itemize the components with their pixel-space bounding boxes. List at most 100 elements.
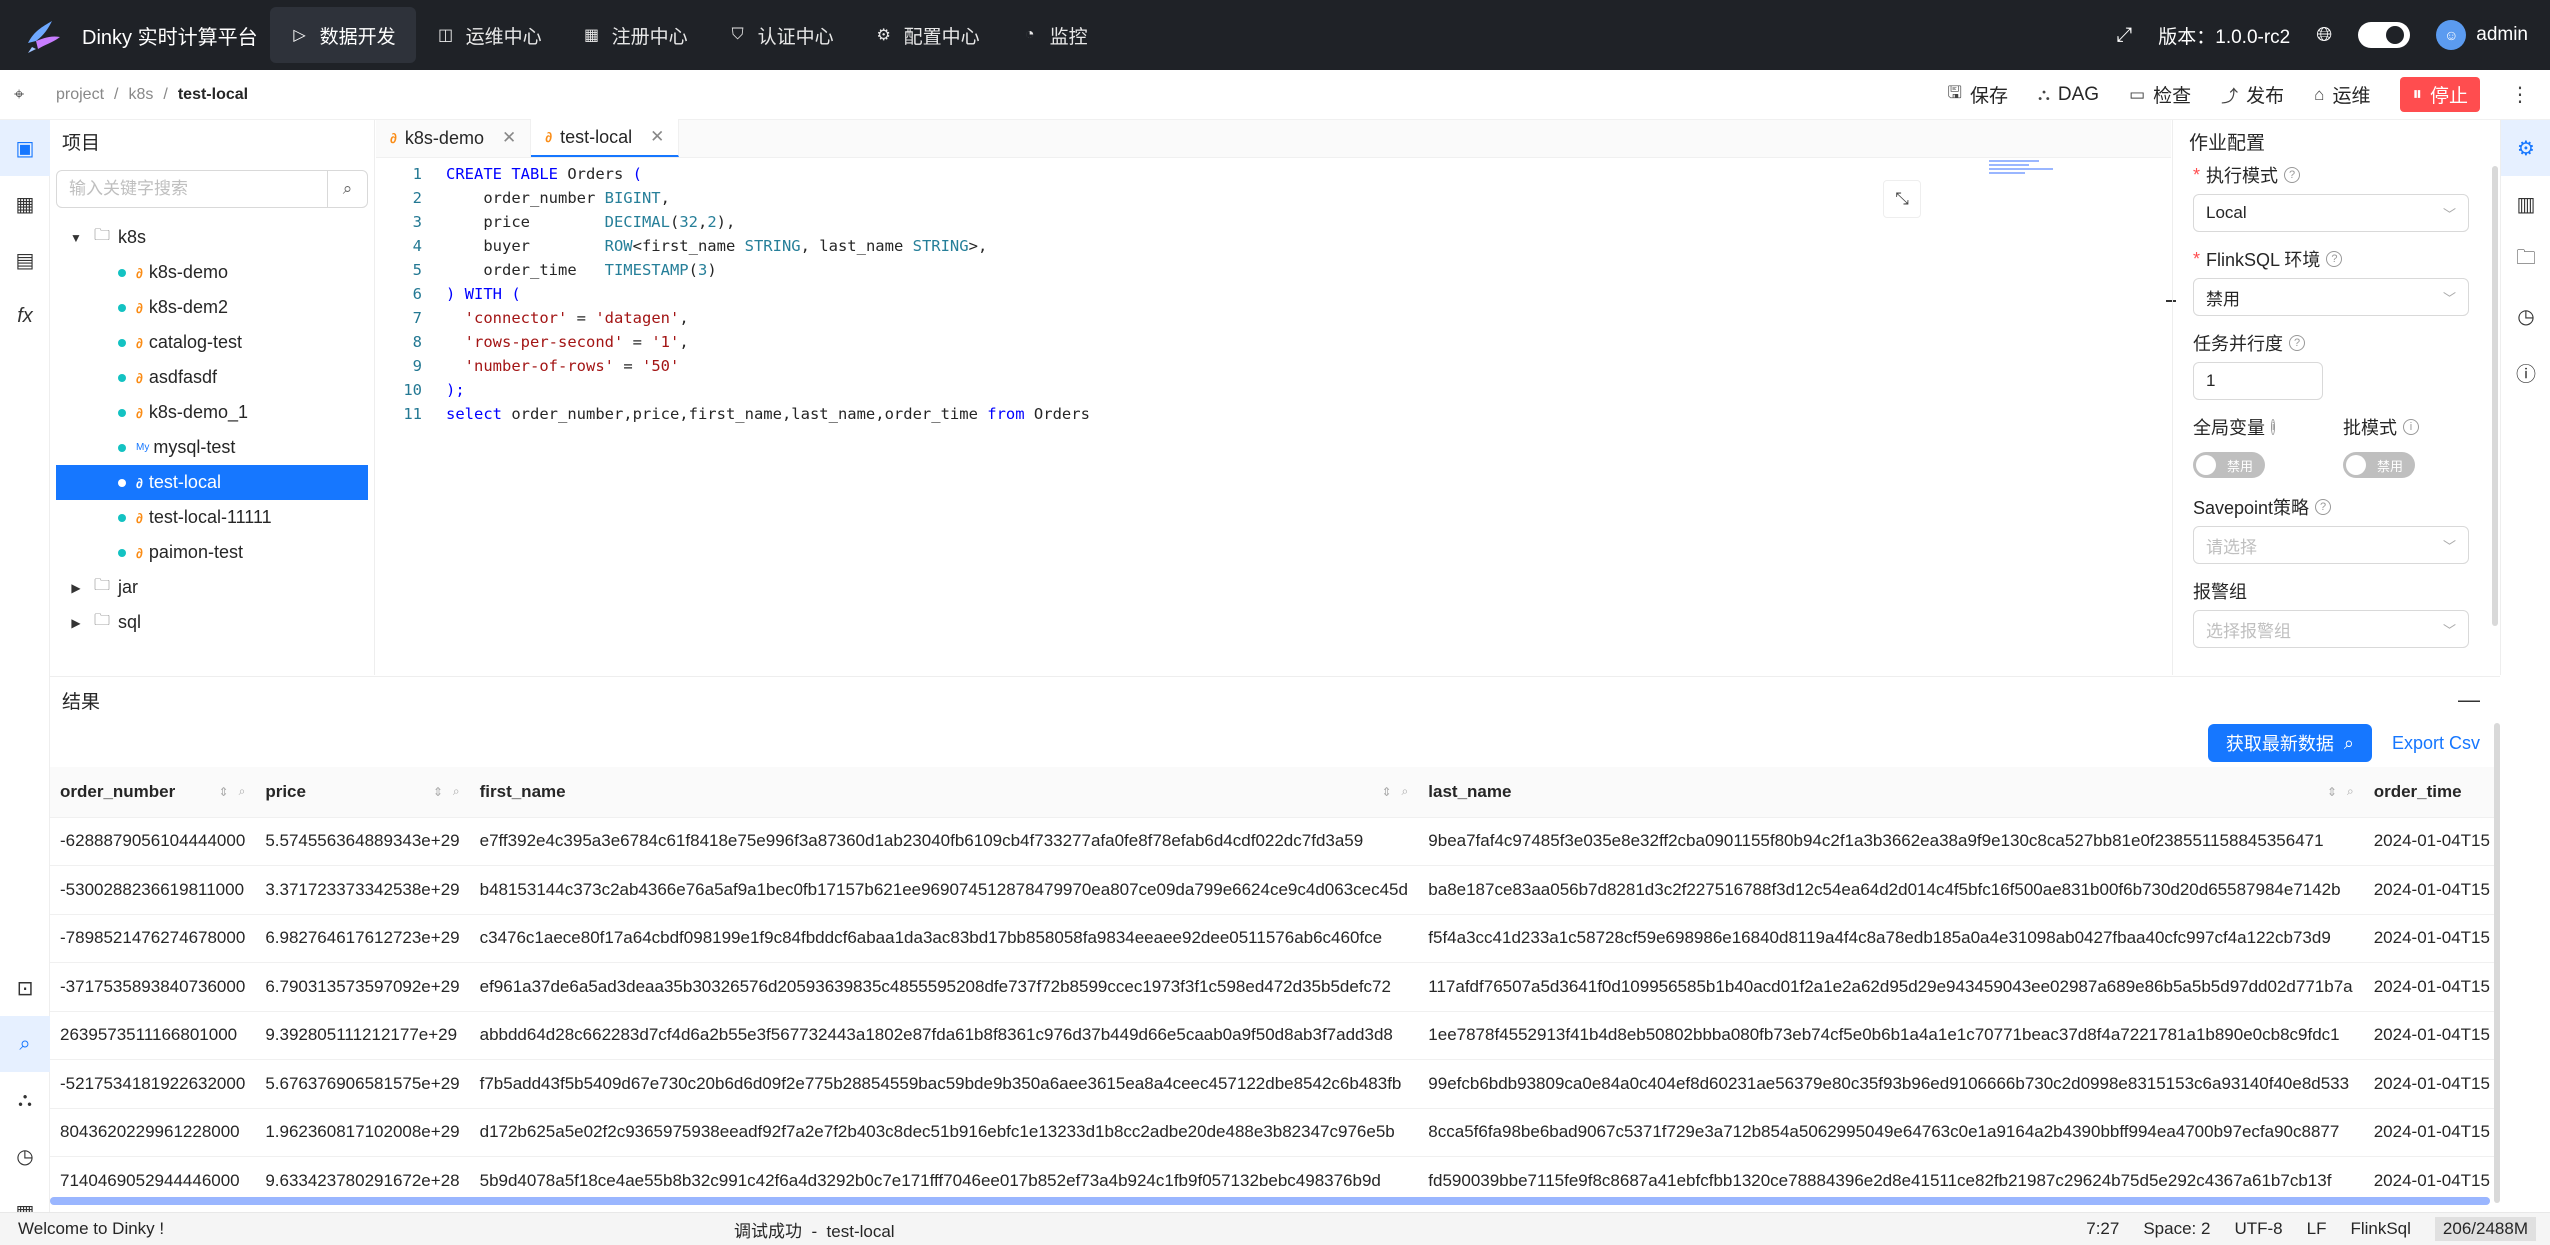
code-line[interactable]: 8 'rows-per-second' = '1', [376, 330, 2171, 354]
table-row[interactable]: -5217534181922632000 5.676376906581575e+2… [50, 1059, 2500, 1109]
check-button[interactable]: ▭ 检查 [2129, 81, 2191, 108]
user-menu[interactable]: ☺ admin [2436, 20, 2528, 50]
code-line[interactable]: 6) WITH ( [376, 282, 2171, 306]
minimize-icon[interactable]: — [2458, 687, 2488, 713]
nav-registry-center[interactable]: ▦ 注册中心 [562, 7, 708, 63]
table-row[interactable]: 2639573511166801000 9.392805111212177e+29… [50, 1011, 2500, 1060]
table-row[interactable]: -3717535893840736000 6.790313573597092e+2… [50, 962, 2500, 1012]
caret-down-icon[interactable]: ▼ [64, 231, 88, 245]
alert-group-select[interactable]: 选择报警组 ﹀ [2193, 610, 2469, 648]
code-line[interactable]: 7 'connector' = 'datagen', [376, 306, 2171, 330]
filter-search-icon[interactable]: ⌕ [239, 784, 246, 799]
nav-auth-center[interactable]: ⛉ 认证中心 [708, 7, 854, 63]
close-icon[interactable]: ✕ [502, 128, 516, 148]
nav-data-development[interactable]: ▷ 数据开发 [269, 7, 416, 63]
tree-leaf-selected[interactable]: ∂ test-local [56, 465, 368, 500]
flinksql-env-select[interactable]: 禁用 ﹀ [2193, 278, 2469, 316]
tree-folder-k8s[interactable]: ▼ 🗀︎ k8s [56, 220, 368, 255]
table-row[interactable]: 7140469052944446000 9.633423780291672e+28… [50, 1156, 2500, 1195]
parallelism-input[interactable]: 1 [2193, 362, 2323, 400]
breadcrumb-item[interactable]: k8s [128, 86, 153, 104]
fetch-latest-button[interactable]: 获取最新数据 ⌕ [2207, 724, 2372, 762]
column-header[interactable]: order_time [2363, 767, 2500, 818]
info-icon[interactable]: ⓘ [2501, 344, 2550, 400]
code-minimap[interactable] [1989, 160, 2059, 184]
dag-button[interactable]: ⛬ DAG [2038, 84, 2099, 106]
global-var-switch[interactable]: 禁用 [2193, 452, 2265, 478]
column-header[interactable]: last_name ⇕ ⌕ [1418, 767, 2364, 818]
filter-search-icon[interactable]: ⌕ [2347, 784, 2354, 799]
tab-test-local[interactable]: ∂ test-local ✕ [531, 119, 680, 157]
exec-config-icon[interactable]: ▥ [2501, 176, 2550, 232]
save-button[interactable]: 🖫 保存 [1947, 80, 2008, 109]
code-line[interactable]: 4 buyer ROW <first_name STRING, last_name… [376, 234, 2171, 258]
tab-k8s-demo[interactable]: ∂ k8s-demo ✕ [376, 119, 532, 157]
dinky-logo[interactable] [20, 11, 68, 59]
column-header[interactable]: order_number ⇕ ⌕ [50, 767, 256, 818]
sort-icon[interactable]: ⇕ [1381, 785, 1391, 799]
close-icon[interactable]: ✕ [650, 127, 664, 147]
table-row[interactable]: 8043620229961228000 1.962360817102008e+29… [50, 1108, 2500, 1157]
nav-ops-center[interactable]: ◫ 运维中心 [416, 7, 562, 63]
tree-leaf[interactable]: ∂ test-local-11111 [56, 500, 368, 535]
filter-search-icon[interactable]: ⌕ [1402, 784, 1409, 799]
language-icon[interactable]: 🌐︎ [2316, 24, 2332, 47]
tree-leaf[interactable]: ∂ catalog-test [56, 325, 368, 360]
result-panel-icon[interactable]: ⌕ [0, 1016, 50, 1072]
code-line[interactable]: 10); [376, 378, 2171, 402]
tree-leaf[interactable]: ∂ k8s-demo [56, 255, 368, 290]
help-icon[interactable]: ? [2289, 335, 2305, 351]
publish-button[interactable]: ⤴ 发布 [2221, 81, 2284, 108]
fullscreen-icon[interactable]: ⤢ [2116, 24, 2132, 47]
batch-mode-switch[interactable]: 禁用 [2343, 452, 2415, 478]
lineage-icon[interactable]: ⛬ [0, 1072, 50, 1128]
export-csv-link[interactable]: Export Csv [2392, 733, 2480, 754]
code-line[interactable]: 5 order_time TIMESTAMP(3) [376, 258, 2171, 282]
caret-right-icon[interactable]: ▶ [64, 581, 88, 595]
help-icon[interactable]: i [2271, 419, 2276, 435]
nav-config-center[interactable]: ⚙ 配置中心 [854, 7, 1000, 63]
help-icon[interactable]: ? [2326, 251, 2343, 267]
function-icon[interactable]: fx [0, 288, 50, 344]
history-version-icon[interactable]: ◷ [2501, 288, 2550, 344]
help-icon[interactable]: ? [2284, 167, 2301, 183]
column-header[interactable]: first_name ⇕ ⌕ [469, 767, 1419, 818]
ops-button[interactable]: ⌂ 运维 [2314, 81, 2370, 108]
code-line[interactable]: 9 'number-of-rows' = '50' [376, 354, 2171, 378]
nav-monitor[interactable]: ◔ 监控 [1000, 7, 1108, 63]
tree-leaf[interactable]: My mysql-test [56, 430, 368, 465]
tree-leaf[interactable]: ∂ k8s-demo_1 [56, 395, 368, 430]
tree-leaf[interactable]: ∂ asdfasdf [56, 360, 368, 395]
caret-right-icon[interactable]: ▶ [64, 616, 88, 630]
search-input[interactable] [57, 179, 327, 199]
sort-icon[interactable]: ⇕ [219, 785, 229, 799]
exec-mode-select[interactable]: Local ﹀ [2193, 194, 2469, 232]
tree-leaf[interactable]: ∂ paimon-test [56, 535, 368, 570]
code-line[interactable]: 11 select order_number,price,first_name,l… [376, 402, 2171, 426]
filter-search-icon[interactable]: ⌕ [453, 784, 460, 799]
fullscreen-icon[interactable]: ⤡ [1883, 180, 1921, 218]
table-row[interactable]: -6288879056104444000 5.574556364889343e+2… [50, 817, 2500, 866]
datasource-icon[interactable]: ▤ [0, 232, 50, 288]
breadcrumb-item[interactable]: project [56, 86, 104, 104]
sort-icon[interactable]: ⇕ [2327, 785, 2337, 799]
search-icon[interactable]: ⌕ [327, 171, 367, 207]
job-config-icon[interactable]: ⚙ [2501, 120, 2550, 176]
console-icon[interactable]: ⊡ [0, 960, 50, 1016]
project-panel-icon[interactable]: ▣ [0, 120, 50, 176]
sort-icon[interactable]: ⇕ [433, 785, 443, 799]
version-folder-icon[interactable]: 🗀︎ [2501, 232, 2550, 288]
stop-button[interactable]: ⏸︎ 停止 [2400, 77, 2480, 112]
tree-folder-sql[interactable]: ▶ 🗀︎ sql [56, 605, 368, 640]
more-icon[interactable]: ⋮ [2510, 82, 2530, 107]
catalog-icon[interactable]: ▦ [0, 176, 50, 232]
help-icon[interactable]: ? [2315, 499, 2332, 515]
column-header[interactable]: price ⇕ ⌕ [255, 767, 470, 818]
config-scrollbar[interactable] [2492, 166, 2498, 626]
history-icon[interactable]: ◷ [0, 1128, 50, 1184]
tree-leaf[interactable]: ∂ k8s-dem2 [56, 290, 368, 325]
tree-folder-jar[interactable]: ▶ 🗀︎ jar [56, 570, 368, 605]
help-icon[interactable]: i [2403, 419, 2419, 435]
vertical-scrollbar[interactable] [2494, 723, 2500, 1203]
table-row[interactable]: -7898521476274678000 6.982764617612723e+2… [50, 914, 2500, 963]
